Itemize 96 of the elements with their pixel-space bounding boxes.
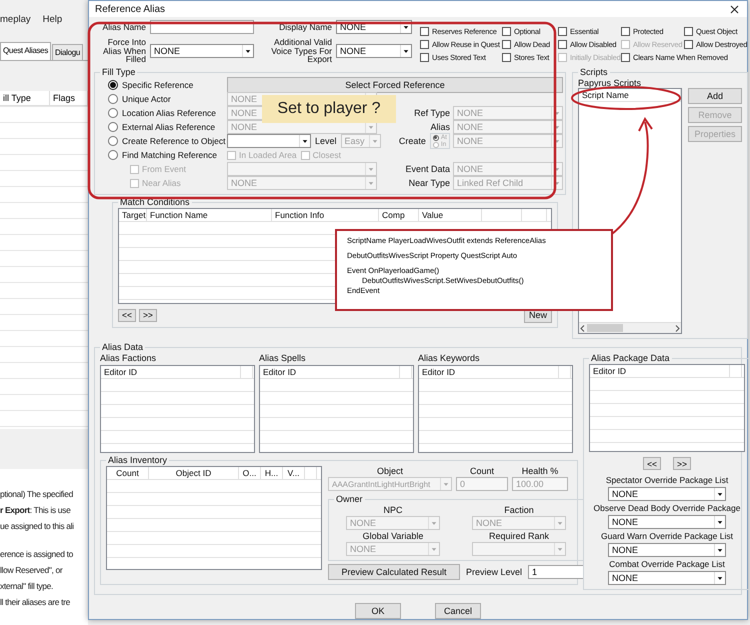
column-header[interactable]: Value — [419, 209, 482, 221]
caret-icon — [428, 517, 439, 529]
caret-icon — [368, 135, 380, 147]
field-label: Additional Valid Voice Types For Export — [270, 38, 332, 64]
field-label: Ref Type — [414, 108, 450, 118]
caret-icon — [714, 488, 725, 500]
field-label: Global Variable — [362, 531, 424, 541]
annotation-tooltip: Set to player ? — [262, 95, 396, 123]
tab[interactable]: Dialogu — [52, 44, 84, 60]
column-header[interactable]: Target — [119, 209, 147, 221]
list-title: Alias Spells — [259, 353, 307, 363]
menu-item[interactable]: meplay — [0, 14, 31, 30]
menu-item[interactable]: Help — [42, 14, 62, 30]
nav-button[interactable]: << — [118, 308, 136, 322]
input-field[interactable]: 1 — [528, 565, 584, 579]
dropdown[interactable]: NONE — [336, 44, 412, 58]
group-title: Fill Type — [101, 67, 136, 77]
radio-button[interactable]: Create Reference to Object — [108, 136, 226, 146]
paragraph-text: ue assigned to this ali — [0, 521, 75, 531]
dropdown[interactable]: NONE — [608, 487, 726, 501]
nav-button[interactable]: << — [643, 457, 661, 470]
dropdown[interactable]: NONE — [608, 571, 726, 585]
preview-button[interactable]: Preview Calculated Result — [328, 564, 460, 580]
list-title: Alias Factions — [100, 353, 158, 363]
field-label: Event Data — [405, 164, 450, 174]
horizontal-scrollbar[interactable] — [579, 322, 681, 333]
script-button[interactable]: Add — [688, 88, 742, 104]
group-title: Scripts — [579, 67, 609, 77]
group-title: Alias Data — [101, 342, 144, 352]
field-label: Faction — [504, 505, 534, 515]
paragraph-text: r Export: This is use — [0, 505, 72, 515]
group-title: Match Conditions — [119, 197, 191, 207]
dropdown[interactable]: NONE — [608, 515, 726, 529]
field-label: Observe Dead Body Override Package — [594, 503, 740, 513]
caret-icon — [551, 107, 562, 119]
caret-icon — [440, 478, 451, 490]
group-title: Alias Inventory — [107, 455, 168, 465]
field-label: Count — [470, 466, 494, 476]
tab[interactable]: Quest Aliases — [0, 42, 52, 60]
caret-icon — [400, 44, 411, 57]
caret-icon — [365, 163, 376, 175]
caret-icon — [400, 21, 411, 34]
paragraph-text: llow Reserved", or — [0, 565, 64, 575]
column-header[interactable]: Comp — [379, 209, 419, 221]
caret-icon — [714, 572, 725, 584]
paragraph-text: ptional) The specified — [0, 489, 74, 499]
field-label: Combat Override Package List — [609, 559, 725, 569]
caret-icon — [551, 163, 562, 175]
caret-icon — [714, 544, 725, 556]
field-label: NPC — [384, 505, 403, 515]
radio-button[interactable]: Location Alias Reference — [108, 108, 216, 118]
select-forced-reference-button[interactable]: Select Forced Reference — [227, 77, 563, 93]
paragraph-text: ll their aliases are tre — [0, 597, 72, 607]
caret-icon — [714, 516, 725, 528]
dialog-button[interactable]: OK — [355, 603, 401, 619]
field-label: Force Into Alias When Filled — [102, 38, 146, 64]
field-label: Object — [376, 466, 403, 476]
chevron-right-icon[interactable] — [675, 324, 680, 332]
caret-icon — [365, 177, 376, 189]
dialog-button[interactable]: Cancel — [435, 603, 481, 619]
chevron-left-icon[interactable] — [580, 324, 585, 332]
dropdown[interactable] — [227, 134, 311, 148]
caret-icon — [551, 135, 562, 147]
close-icon — [730, 4, 738, 14]
caret-icon — [428, 543, 439, 555]
nav-button[interactable]: >> — [673, 457, 691, 470]
radio-button[interactable]: Specific Reference — [108, 80, 194, 90]
field-label: Preview Level — [466, 567, 522, 577]
field-label: Guard Warn Override Package List — [601, 531, 733, 541]
column-header[interactable]: Script Name — [579, 89, 681, 101]
field-label: Spectator Override Package List — [606, 475, 728, 485]
field-label: Display Name — [278, 23, 332, 32]
field-label: Near Type — [408, 178, 450, 188]
caret-icon — [242, 44, 253, 57]
caret-icon — [299, 135, 310, 147]
field-label: Create — [398, 136, 426, 146]
radio-button[interactable]: External Alias Reference — [108, 122, 216, 132]
field-label: Health % — [522, 466, 558, 476]
dropdown[interactable]: NONE — [608, 543, 726, 557]
nav-button[interactable]: >> — [138, 308, 157, 322]
field-label: Level — [315, 136, 337, 146]
dropdown[interactable]: NONE — [150, 44, 254, 58]
paragraph-text: xternal" fill type. — [0, 581, 54, 591]
caret-icon — [551, 121, 562, 133]
radio-button[interactable]: Find Matching Reference — [108, 150, 217, 160]
list-title: Alias Keywords — [418, 353, 481, 363]
window-title: Reference Alias — [95, 4, 166, 14]
field-label: Alias Name — [102, 23, 146, 32]
group-title: Alias Package Data — [590, 353, 671, 363]
field-label: Alias — [430, 122, 450, 132]
paragraph-text: erence is assigned to — [0, 549, 74, 559]
group-title: Owner — [335, 494, 364, 504]
field-label: Required Rank — [489, 531, 550, 541]
radio-button[interactable]: Unique Actor — [108, 94, 171, 104]
list-title: Papyrus Scripts — [578, 78, 642, 88]
caret-icon — [551, 177, 562, 189]
